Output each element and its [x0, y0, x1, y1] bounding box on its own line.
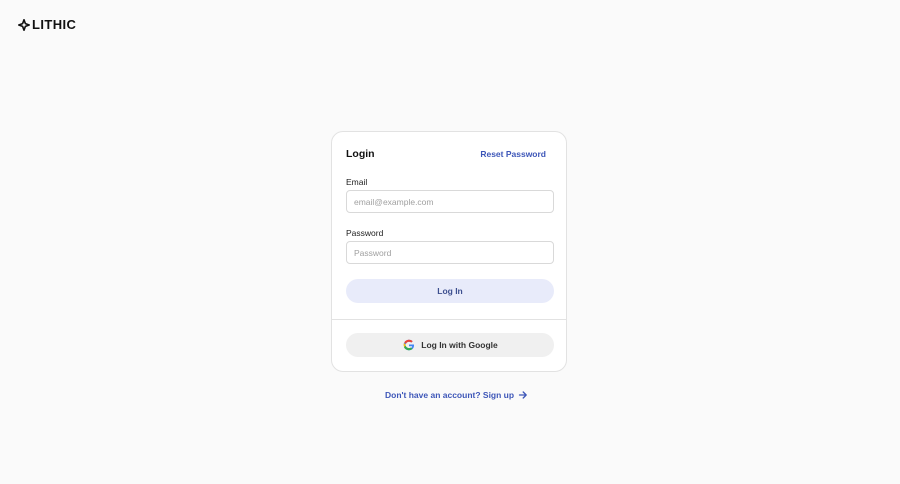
login-button[interactable]: Log In [346, 279, 554, 303]
login-card: Login Reset Password Email Password Log … [331, 131, 567, 372]
login-title: Login [346, 148, 375, 160]
divider [332, 319, 566, 320]
brand-logo[interactable]: LITHIC [18, 17, 77, 32]
email-label: Email [346, 177, 368, 187]
google-icon [403, 339, 415, 351]
reset-password-link[interactable]: Reset Password [480, 149, 546, 159]
signup-link[interactable]: Don't have an account? Sign up [385, 390, 528, 400]
lithic-logo-icon [18, 19, 30, 31]
password-label: Password [346, 228, 384, 238]
arrow-right-icon [518, 391, 527, 399]
password-field[interactable] [346, 241, 554, 264]
google-login-button[interactable]: Log In with Google [346, 333, 554, 357]
email-field[interactable] [346, 190, 554, 213]
card-header: Login Reset Password [346, 148, 546, 160]
google-button-label: Log In with Google [421, 340, 498, 350]
signup-label: Don't have an account? Sign up [385, 390, 515, 400]
brand-name: LITHIC [32, 17, 77, 32]
